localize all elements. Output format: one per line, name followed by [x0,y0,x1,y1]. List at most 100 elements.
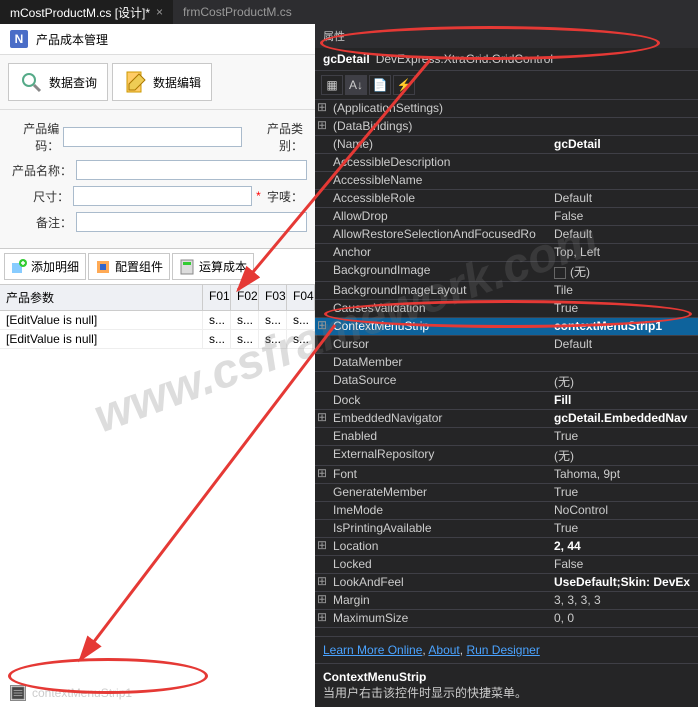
cell-params[interactable]: [EditValue is null] [0,330,203,348]
property-value[interactable]: True [550,300,698,317]
cell[interactable]: s... [259,330,287,348]
cell[interactable]: s... [203,311,231,329]
property-value[interactable]: 3, 3, 3, 3 [550,592,698,609]
property-value[interactable]: (无) [550,372,698,391]
property-value[interactable]: 2, 44 [550,538,698,555]
cell-params[interactable]: [EditValue is null] [0,311,203,329]
about-link[interactable]: About [428,643,459,657]
property-row[interactable]: AccessibleRoleDefault [315,190,698,208]
property-value[interactable]: Tile [550,282,698,299]
property-row[interactable]: ⊞Location2, 44 [315,538,698,556]
expand-icon[interactable]: ⊞ [315,318,329,335]
calc-cost-button[interactable]: 运算成本 [172,253,254,280]
close-icon[interactable]: × [156,5,163,19]
property-row[interactable]: CursorDefault [315,336,698,354]
property-value[interactable]: False [550,208,698,225]
expand-icon[interactable]: ⊞ [315,100,329,117]
property-row[interactable]: ⊞ContextMenuStripcontextMenuStrip1 [315,318,698,336]
expand-icon[interactable]: ⊞ [315,410,329,427]
property-row[interactable]: ⊞FontTahoma, 9pt [315,466,698,484]
object-selector[interactable]: gcDetail DevExpress.XtraGrid.GridControl [315,48,698,70]
property-row[interactable]: AccessibleName [315,172,698,190]
property-value[interactable] [550,354,698,371]
col-f03[interactable]: F03 [259,285,287,310]
product-code-input[interactable] [63,127,242,147]
property-value[interactable]: NoControl [550,502,698,519]
property-value[interactable] [550,172,698,189]
property-value[interactable]: True [550,520,698,537]
property-row[interactable]: DockFill [315,392,698,410]
property-value[interactable]: Default [550,190,698,207]
add-detail-button[interactable]: 添加明细 [4,253,86,280]
tray-item-name[interactable]: contextMenuStrip1 [32,686,132,700]
property-value[interactable]: Top, Left [550,244,698,261]
grid-row[interactable]: [EditValue is null] s... s... s... s... [0,311,315,330]
property-row[interactable]: ⊞MaximumSize0, 0 [315,610,698,628]
property-row[interactable]: ⊞EmbeddedNavigatorgcDetail.EmbeddedNav [315,410,698,428]
config-component-button[interactable]: 配置组件 [88,253,170,280]
property-value[interactable]: 0, 0 [550,610,698,627]
property-row[interactable]: AccessibleDescription [315,154,698,172]
tab-design[interactable]: mCostProductM.cs [设计]* × [0,0,173,24]
property-row[interactable]: ⊞(ApplicationSettings) [315,100,698,118]
property-value[interactable]: contextMenuStrip1 [550,318,698,335]
property-value[interactable]: UseDefault;Skin: DevEx [550,574,698,591]
property-row[interactable]: DataSource(无) [315,372,698,392]
col-f01[interactable]: F01 [203,285,231,310]
component-tray[interactable]: contextMenuStrip1 [10,685,132,701]
expand-icon[interactable]: ⊞ [315,538,329,555]
property-value[interactable] [550,154,698,171]
detail-grid[interactable]: 产品参数 F01 F02 F03 F04 [EditValue is null]… [0,285,315,349]
product-name-input[interactable] [76,160,307,180]
property-value[interactable]: Tahoma, 9pt [550,466,698,483]
grid-row[interactable]: [EditValue is null] s... s... s... s... [0,330,315,349]
run-designer-link[interactable]: Run Designer [466,643,539,657]
size-input[interactable] [73,186,252,206]
remark-input[interactable] [76,212,307,232]
learn-more-link[interactable]: Learn More Online [323,643,422,657]
events-icon[interactable]: ⚡ [393,75,415,95]
alphabetical-icon[interactable]: A↓ [345,75,367,95]
property-row[interactable]: AnchorTop, Left [315,244,698,262]
property-row[interactable]: ⊞Margin3, 3, 3, 3 [315,592,698,610]
cell[interactable]: s... [231,311,259,329]
property-row[interactable]: GenerateMemberTrue [315,484,698,502]
query-button[interactable]: 数据查询 [8,63,108,101]
cell[interactable]: s... [287,311,315,329]
property-grid[interactable]: ⊞(ApplicationSettings)⊞(DataBindings)(Na… [315,100,698,636]
property-row[interactable]: (Name)gcDetail [315,136,698,154]
expand-icon[interactable]: ⊞ [315,592,329,609]
property-row[interactable]: IsPrintingAvailableTrue [315,520,698,538]
cell[interactable]: s... [203,330,231,348]
col-f04[interactable]: F04 [287,285,315,310]
cell[interactable]: s... [287,330,315,348]
property-value[interactable]: Default [550,336,698,353]
expand-icon[interactable]: ⊞ [315,118,329,135]
property-value[interactable]: Default [550,226,698,243]
expand-icon[interactable]: ⊞ [315,466,329,483]
property-value[interactable]: gcDetail.EmbeddedNav [550,410,698,427]
property-value[interactable] [550,100,698,117]
property-value[interactable]: True [550,484,698,501]
property-row[interactable]: ⊞LookAndFeelUseDefault;Skin: DevEx [315,574,698,592]
property-value[interactable]: Fill [550,392,698,409]
property-row[interactable]: EnabledTrue [315,428,698,446]
property-row[interactable]: BackgroundImageLayoutTile [315,282,698,300]
property-row[interactable]: LockedFalse [315,556,698,574]
expand-icon[interactable]: ⊞ [315,610,329,627]
property-value[interactable]: True [550,428,698,445]
property-row[interactable]: ImeModeNoControl [315,502,698,520]
property-row[interactable]: CausesValidationTrue [315,300,698,318]
properties-icon[interactable]: 📄 [369,75,391,95]
expand-icon[interactable]: ⊞ [315,574,329,591]
property-row[interactable]: AllowDropFalse [315,208,698,226]
property-row[interactable]: DataMember [315,354,698,372]
property-value[interactable]: (无) [550,262,698,281]
property-row[interactable]: ExternalRepository(无) [315,446,698,466]
cell[interactable]: s... [231,330,259,348]
property-value[interactable]: False [550,556,698,573]
property-value[interactable]: (无) [550,446,698,465]
edit-button[interactable]: 数据编辑 [112,63,212,101]
tab-code[interactable]: frmCostProductM.cs [173,0,302,24]
col-params[interactable]: 产品参数 [0,285,203,310]
